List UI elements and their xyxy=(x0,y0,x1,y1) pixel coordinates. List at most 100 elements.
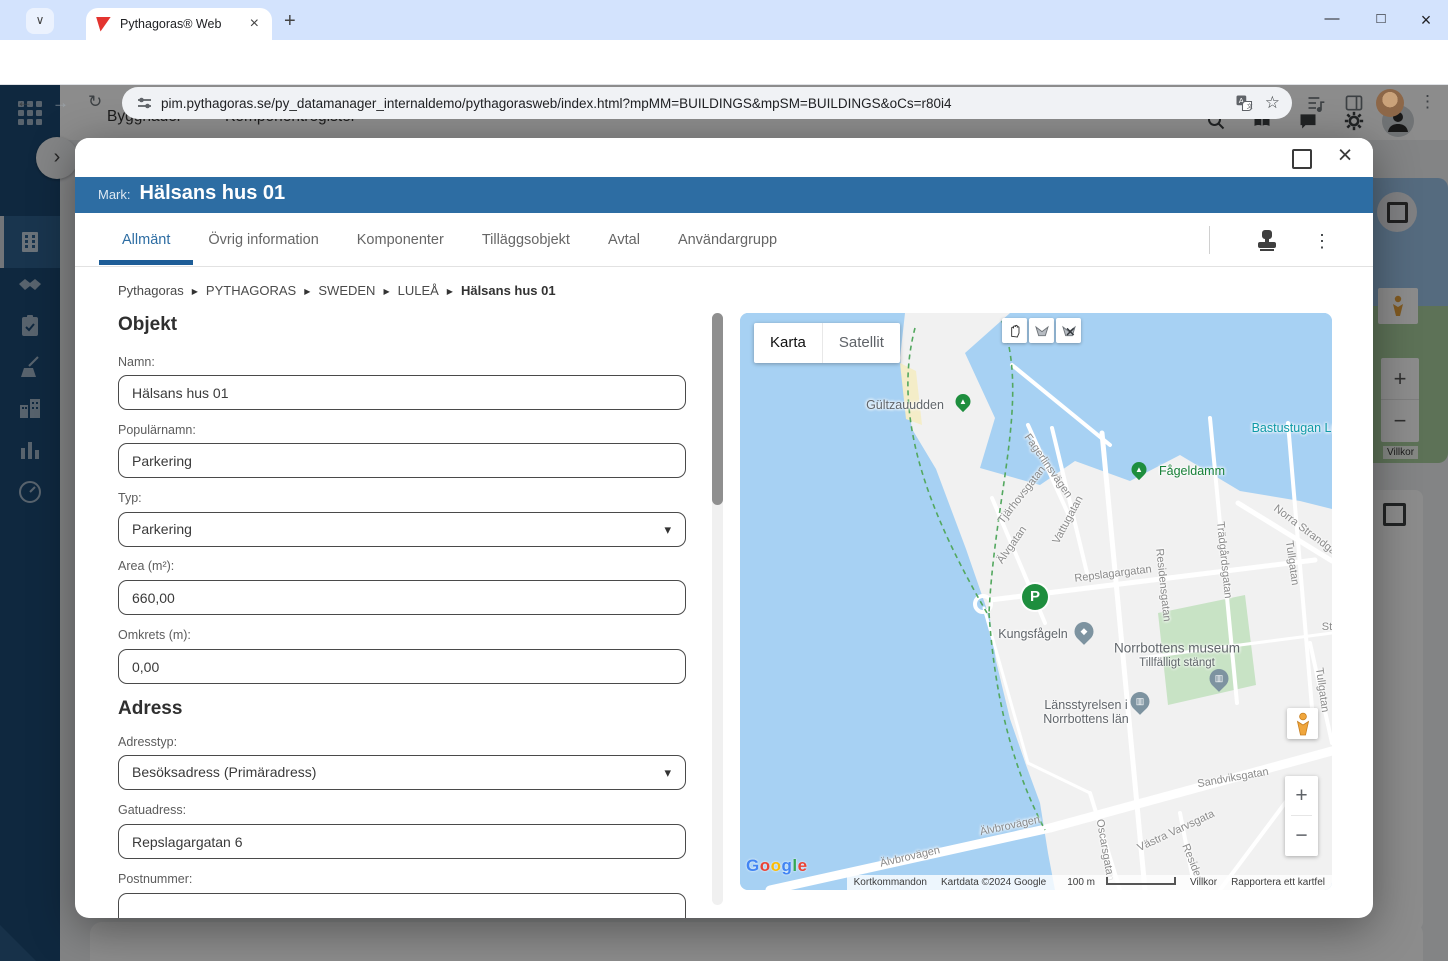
scrollbar-thumb[interactable] xyxy=(712,313,723,505)
browser-tab[interactable]: Pythagoras® Web × xyxy=(86,8,272,40)
museum-status-label: Tillfälligt stängt xyxy=(1139,657,1215,669)
modal-close-button[interactable]: × xyxy=(1330,141,1360,170)
breadcrumb-item[interactable]: SWEDEN xyxy=(318,283,375,298)
object-detail-modal: × Mark: Hälsans hus 01 Allmänt Övrig inf… xyxy=(75,138,1373,918)
breadcrumb-item[interactable]: Pythagoras xyxy=(118,283,184,298)
kebab-icon: ⋮ xyxy=(1419,92,1436,111)
browser-menu-button[interactable]: ⋮ xyxy=(1419,92,1435,112)
zoom-in-button[interactable]: + xyxy=(1285,776,1318,815)
chevron-down-icon: ▾ xyxy=(664,756,671,789)
pegman-button[interactable] xyxy=(1287,708,1318,739)
chevron-down-icon: ∨ xyxy=(36,13,45,27)
zoom-out-button[interactable]: − xyxy=(1285,816,1318,855)
window-close-button[interactable]: × xyxy=(1411,10,1441,31)
typ-select[interactable]: Parkering▾ xyxy=(118,512,686,547)
browser-tab-strip: ∨ Pythagoras® Web × + — □ × xyxy=(0,0,1448,40)
section-adress-heading: Adress xyxy=(118,698,182,720)
polygon-icon xyxy=(1034,323,1050,339)
tab-close-button[interactable]: × xyxy=(247,15,262,33)
terms-link[interactable]: Villkor xyxy=(1183,877,1224,888)
popularnamn-input[interactable] xyxy=(118,443,686,478)
breadcrumb-item[interactable]: PYTHAGORAS xyxy=(206,283,296,298)
adresstyp-select[interactable]: Besöksadress (Primäradress)▾ xyxy=(118,755,686,790)
translate-icon[interactable]: A文 xyxy=(1235,94,1253,112)
site-info-icon[interactable] xyxy=(136,95,153,112)
toolbar-divider xyxy=(1209,226,1210,254)
tab-tillaggsobjekt[interactable]: Tilläggsobjekt xyxy=(480,232,572,248)
breadcrumb-arrow-icon: ▶ xyxy=(447,287,453,296)
breadcrumb-arrow-icon: ▶ xyxy=(304,287,310,296)
place-label-lansstyrelsen-2: Norrbottens län xyxy=(1043,712,1128,726)
breadcrumb-arrow-icon: ▶ xyxy=(192,287,198,296)
stamp-button[interactable] xyxy=(1253,226,1283,256)
keyboard-shortcuts-link[interactable]: Kortkommandon xyxy=(847,877,934,888)
new-tab-button[interactable]: + xyxy=(284,10,296,33)
map-canvas[interactable]: Tjärhovsgatan Fagerlinsvägen Älvgatan Va… xyxy=(740,313,1332,890)
report-map-error-link[interactable]: Rapportera ett kartfel xyxy=(1224,877,1332,888)
namn-label: Namn: xyxy=(118,355,155,369)
form-scrollbar[interactable] xyxy=(712,313,723,905)
url-bar[interactable]: pim.pythagoras.se/py_datamanager_interna… xyxy=(122,87,1292,119)
gatuadress-label: Gatuadress: xyxy=(118,803,186,817)
draw-polygon-tool-button[interactable] xyxy=(1029,318,1054,343)
tab-avtal[interactable]: Avtal xyxy=(606,232,642,248)
tab-list-icon[interactable] xyxy=(1306,93,1326,113)
tab-komponenter[interactable]: Komponenter xyxy=(355,232,446,248)
parking-marker[interactable]: P xyxy=(1022,584,1048,610)
postnummer-label: Postnummer: xyxy=(118,872,192,886)
close-icon: × xyxy=(1338,141,1353,169)
back-button[interactable]: ← xyxy=(16,93,33,110)
url-text[interactable]: pim.pythagoras.se/py_datamanager_interna… xyxy=(161,96,1235,111)
tab-allmant[interactable]: Allmänt xyxy=(120,232,172,248)
place-label-lansstyrelsen-1: Länsstyrelsen i xyxy=(1044,698,1127,712)
scale-bar xyxy=(1106,877,1176,885)
omkrets-label: Omkrets (m): xyxy=(118,628,191,642)
more-options-button[interactable]: ⋮ xyxy=(1313,228,1329,254)
breadcrumb-arrow-icon: ▶ xyxy=(383,287,389,296)
bookmark-star-icon[interactable]: ☆ xyxy=(1265,93,1280,113)
adresstyp-label: Adresstyp: xyxy=(118,735,177,749)
google-logo[interactable]: Google xyxy=(746,856,808,876)
place-label-bastustugan: Bastustugan Lu xyxy=(1252,421,1332,435)
street-label: St xyxy=(1322,621,1332,633)
tab-anvandargrupp[interactable]: Användargrupp xyxy=(676,232,779,248)
pegman-icon xyxy=(1295,712,1311,736)
map-type-control: Karta Satellit xyxy=(754,323,900,363)
stamp-icon xyxy=(1253,226,1281,254)
tab-search-button[interactable]: ∨ xyxy=(26,8,54,34)
omkrets-input[interactable] xyxy=(118,649,686,684)
popularnamn-label: Populärnamn: xyxy=(118,423,196,437)
modal-drag-bar[interactable] xyxy=(75,138,1373,177)
tab-ovrig-information[interactable]: Övrig information xyxy=(206,232,320,248)
place-label-fageldamm: Fågeldamm xyxy=(1159,464,1225,478)
window-minimize-button[interactable]: — xyxy=(1317,10,1347,27)
polygon-delete-icon xyxy=(1061,323,1077,339)
pan-tool-button[interactable] xyxy=(1002,318,1027,343)
area-label: Area (m²): xyxy=(118,559,174,573)
area-input[interactable] xyxy=(118,580,686,615)
namn-input[interactable] xyxy=(118,375,686,410)
hand-icon xyxy=(1007,323,1023,339)
window-maximize-button[interactable]: □ xyxy=(1366,10,1396,27)
modal-header: Mark: Hälsans hus 01 xyxy=(75,177,1373,213)
page-title: Hälsans hus 01 xyxy=(140,182,286,205)
map-type-karta-button[interactable]: Karta xyxy=(754,323,822,363)
breadcrumb-item[interactable]: LULEÅ xyxy=(398,283,439,298)
map-type-satellit-button[interactable]: Satellit xyxy=(822,323,900,363)
breadcrumb: Pythagoras ▶ PYTHAGORAS ▶ SWEDEN ▶ LULEÅ ▶ Hälsa… xyxy=(118,283,556,298)
delete-polygon-tool-button[interactable] xyxy=(1056,318,1081,343)
gatuadress-input[interactable] xyxy=(118,824,686,859)
modal-maximize-button[interactable] xyxy=(1292,149,1312,169)
section-objekt-heading: Objekt xyxy=(118,314,177,336)
reload-button[interactable]: ↻ xyxy=(88,93,102,110)
place-label-museum: Norrbottens museum xyxy=(1114,641,1240,656)
side-panel-icon[interactable] xyxy=(1344,93,1364,113)
forward-button[interactable]: → xyxy=(52,93,69,113)
tab-title: Pythagoras® Web xyxy=(120,17,247,31)
postnummer-input[interactable] xyxy=(118,893,686,918)
breadcrumb-item-current: Hälsans hus 01 xyxy=(461,283,556,298)
map-attribution: Kortkommandon Kartdata ©2024 Google 100 … xyxy=(847,875,1332,890)
browser-profile-avatar[interactable] xyxy=(1376,89,1404,117)
typ-label: Typ: xyxy=(118,491,142,505)
map-zoom-control: + − xyxy=(1285,776,1318,856)
